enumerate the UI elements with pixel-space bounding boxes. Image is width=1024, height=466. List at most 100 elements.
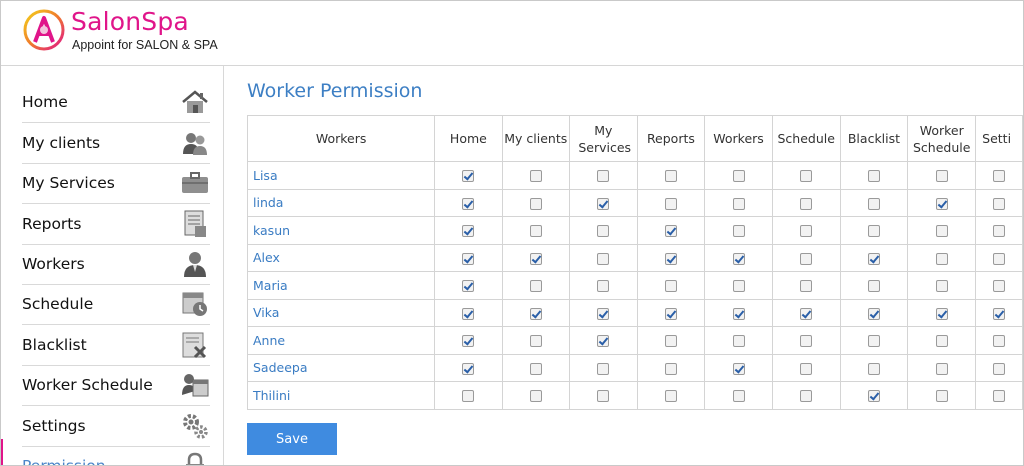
- permission-checkbox[interactable]: [597, 335, 610, 348]
- worker-name-link[interactable]: linda: [246, 188, 436, 217]
- permission-checkbox[interactable]: [529, 362, 542, 375]
- permission-checkbox[interactable]: [867, 362, 880, 375]
- sidebar-item-schedule[interactable]: Schedule: [22, 284, 210, 325]
- permission-checkbox[interactable]: [529, 197, 542, 210]
- permission-checkbox[interactable]: [935, 362, 948, 375]
- permission-checkbox[interactable]: [993, 307, 1006, 320]
- permission-checkbox[interactable]: [664, 362, 677, 375]
- permission-checkbox[interactable]: [993, 197, 1006, 210]
- permission-checkbox[interactable]: [993, 362, 1006, 375]
- permission-checkbox[interactable]: [935, 307, 948, 320]
- permission-checkbox[interactable]: [664, 307, 677, 320]
- permission-checkbox[interactable]: [664, 170, 677, 183]
- worker-name-link[interactable]: Lisa: [246, 161, 436, 190]
- permission-checkbox[interactable]: [732, 335, 745, 348]
- permission-checkbox[interactable]: [597, 307, 610, 320]
- permission-checkbox[interactable]: [993, 225, 1006, 238]
- worker-name-link[interactable]: Alex: [246, 243, 436, 272]
- permission-checkbox[interactable]: [993, 280, 1006, 293]
- permission-checkbox[interactable]: [529, 225, 542, 238]
- permission-checkbox[interactable]: [462, 170, 475, 183]
- permission-checkbox[interactable]: [462, 197, 475, 210]
- permission-checkbox[interactable]: [800, 390, 813, 403]
- permission-checkbox[interactable]: [867, 197, 880, 210]
- permission-checkbox[interactable]: [462, 335, 475, 348]
- permission-checkbox[interactable]: [529, 280, 542, 293]
- permission-checkbox[interactable]: [664, 390, 677, 403]
- permission-checkbox[interactable]: [529, 335, 542, 348]
- permission-checkbox[interactable]: [732, 225, 745, 238]
- permission-checkbox[interactable]: [462, 307, 475, 320]
- permission-checkbox[interactable]: [732, 280, 745, 293]
- permission-checkbox[interactable]: [867, 280, 880, 293]
- permission-checkbox[interactable]: [800, 225, 813, 238]
- permission-checkbox[interactable]: [462, 280, 475, 293]
- permission-checkbox[interactable]: [597, 362, 610, 375]
- permission-checkbox[interactable]: [935, 225, 948, 238]
- save-button[interactable]: Save: [247, 423, 337, 455]
- permission-checkbox[interactable]: [993, 390, 1006, 403]
- permission-checkbox[interactable]: [529, 390, 542, 403]
- permission-checkbox[interactable]: [800, 197, 813, 210]
- permission-checkbox[interactable]: [867, 335, 880, 348]
- permission-checkbox[interactable]: [597, 390, 610, 403]
- permission-checkbox[interactable]: [935, 335, 948, 348]
- worker-name-link[interactable]: Vika: [246, 298, 436, 327]
- permission-checkbox[interactable]: [732, 307, 745, 320]
- permission-checkbox[interactable]: [732, 252, 745, 265]
- permission-checkbox[interactable]: [732, 197, 745, 210]
- permission-checkbox[interactable]: [800, 307, 813, 320]
- permission-checkbox[interactable]: [993, 335, 1006, 348]
- permission-checkbox[interactable]: [664, 280, 677, 293]
- permission-checkbox[interactable]: [867, 225, 880, 238]
- permission-checkbox[interactable]: [800, 252, 813, 265]
- permission-checkbox[interactable]: [935, 390, 948, 403]
- permission-checkbox[interactable]: [867, 170, 880, 183]
- permission-checkbox[interactable]: [597, 225, 610, 238]
- permission-checkbox[interactable]: [935, 197, 948, 210]
- permission-checkbox[interactable]: [867, 390, 880, 403]
- worker-name-link[interactable]: Thilini: [246, 381, 436, 410]
- permission-checkbox[interactable]: [732, 170, 745, 183]
- permission-checkbox[interactable]: [529, 307, 542, 320]
- permission-checkbox[interactable]: [800, 362, 813, 375]
- permission-checkbox[interactable]: [664, 335, 677, 348]
- permission-checkbox[interactable]: [993, 170, 1006, 183]
- sidebar-item-blacklist[interactable]: Blacklist: [22, 325, 210, 366]
- permission-checkbox[interactable]: [800, 280, 813, 293]
- permission-checkbox[interactable]: [597, 280, 610, 293]
- worker-name-link[interactable]: Anne: [246, 326, 436, 355]
- permission-checkbox[interactable]: [800, 335, 813, 348]
- worker-name-link[interactable]: Maria: [246, 271, 436, 300]
- permission-checkbox[interactable]: [800, 170, 813, 183]
- permission-checkbox[interactable]: [993, 252, 1006, 265]
- sidebar-item-worker-schedule[interactable]: Worker Schedule: [22, 365, 210, 406]
- sidebar-item-settings[interactable]: Settings: [22, 406, 210, 447]
- permission-checkbox[interactable]: [462, 225, 475, 238]
- sidebar-item-workers[interactable]: Workers: [22, 244, 210, 285]
- permission-checkbox[interactable]: [935, 170, 948, 183]
- permission-checkbox[interactable]: [462, 362, 475, 375]
- worker-name-link[interactable]: kasun: [246, 216, 436, 245]
- permission-checkbox[interactable]: [529, 170, 542, 183]
- worker-name-link[interactable]: Sadeepa: [246, 353, 436, 382]
- sidebar-item-permission[interactable]: Permission: [22, 446, 210, 465]
- permission-checkbox[interactable]: [597, 252, 610, 265]
- permission-checkbox[interactable]: [462, 252, 475, 265]
- permission-checkbox[interactable]: [462, 390, 475, 403]
- permission-checkbox[interactable]: [664, 225, 677, 238]
- sidebar-item-my-services[interactable]: My Services: [22, 163, 210, 204]
- permission-checkbox[interactable]: [935, 280, 948, 293]
- sidebar-item-my-clients[interactable]: My clients: [22, 123, 210, 164]
- sidebar-item-reports[interactable]: Reports: [22, 204, 210, 245]
- permission-checkbox[interactable]: [529, 252, 542, 265]
- permission-checkbox[interactable]: [732, 362, 745, 375]
- permission-checkbox[interactable]: [664, 197, 677, 210]
- permission-checkbox[interactable]: [664, 252, 677, 265]
- permission-checkbox[interactable]: [867, 307, 880, 320]
- permission-checkbox[interactable]: [867, 252, 880, 265]
- permission-checkbox[interactable]: [732, 390, 745, 403]
- permission-checkbox[interactable]: [597, 197, 610, 210]
- permission-checkbox[interactable]: [597, 170, 610, 183]
- permission-checkbox[interactable]: [935, 252, 948, 265]
